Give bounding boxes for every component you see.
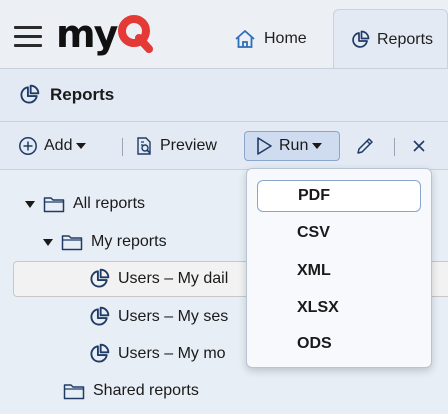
toolbar-divider	[122, 138, 123, 156]
logo-q-mark	[118, 15, 154, 53]
expand-arrow-icon[interactable]	[24, 200, 36, 208]
toolbar-divider	[394, 138, 395, 156]
preview-button[interactable]: Preview	[134, 133, 217, 159]
reports-icon	[20, 84, 40, 104]
page-title: Reports	[50, 85, 115, 104]
menu-item-ods[interactable]: ODS	[257, 328, 421, 360]
chevron-down-icon	[312, 143, 323, 149]
folder-icon	[61, 235, 83, 251]
run-format-menu: PDF CSV XML XLSX ODS	[246, 168, 432, 368]
hamburger-menu-icon[interactable]	[14, 26, 42, 48]
add-button[interactable]: Add	[18, 133, 87, 159]
tree-item-label: My reports	[91, 233, 167, 250]
home-icon	[235, 30, 255, 48]
reports-icon	[352, 30, 370, 48]
app-logo[interactable]: my	[56, 12, 155, 56]
close-button[interactable]	[412, 133, 426, 159]
top-bar: my Home Reports	[0, 0, 448, 69]
tree-item-label: Users – My mo	[118, 345, 226, 362]
menu-item-pdf[interactable]: PDF	[257, 180, 421, 212]
menu-item-csv[interactable]: CSV	[257, 217, 421, 249]
tab-home[interactable]: Home	[222, 10, 332, 68]
menu-item-xlsx[interactable]: XLSX	[257, 292, 421, 324]
tab-reports-label: Reports	[377, 30, 434, 48]
chevron-down-icon	[76, 143, 87, 149]
expand-arrow-icon[interactable]	[42, 238, 54, 246]
report-icon	[90, 306, 110, 326]
close-icon	[413, 140, 425, 152]
add-button-label: Add	[44, 137, 73, 154]
toolbar: Add Preview Run	[0, 121, 448, 169]
plus-circle-icon	[19, 137, 37, 155]
run-button-label: Run	[279, 137, 309, 154]
tree-item-label: Users – My ses	[118, 308, 229, 325]
edit-button[interactable]	[354, 133, 376, 159]
folder-icon	[63, 384, 85, 400]
play-icon	[257, 137, 272, 155]
preview-icon	[137, 137, 151, 155]
tree-item-shared-reports[interactable]: Shared reports	[0, 373, 448, 409]
tab-home-label: Home	[264, 30, 307, 47]
folder-icon	[43, 197, 65, 213]
menu-item-xml[interactable]: XML	[257, 255, 421, 287]
page-header: Reports	[0, 68, 448, 121]
report-icon	[90, 343, 110, 363]
tree-item-label: Shared reports	[93, 382, 199, 399]
tree-item-label: All reports	[73, 195, 146, 212]
tab-reports[interactable]: Reports	[333, 9, 448, 69]
report-icon	[90, 268, 110, 288]
pencil-icon	[357, 138, 373, 154]
tree-item-label: Users – My dail	[118, 270, 229, 287]
logo-text-my: my	[56, 12, 118, 56]
run-button[interactable]: Run	[244, 131, 340, 161]
preview-button-label: Preview	[160, 137, 217, 154]
